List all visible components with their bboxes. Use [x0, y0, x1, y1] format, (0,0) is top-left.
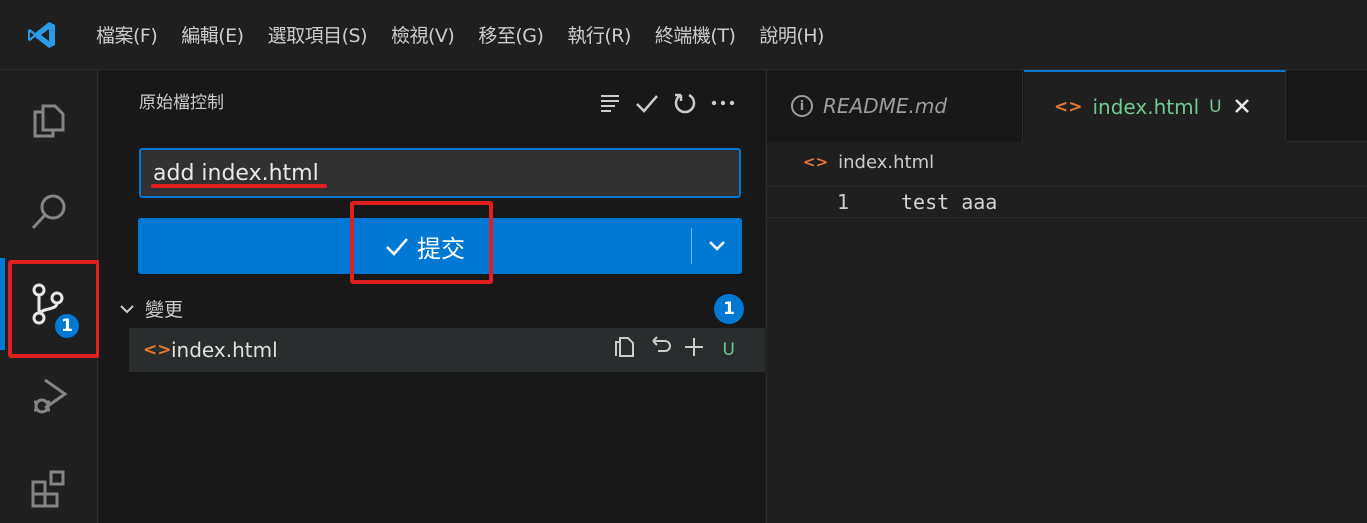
info-icon: i [791, 95, 813, 117]
view-as-list-icon[interactable] [599, 93, 621, 113]
search-icon[interactable] [0, 166, 98, 258]
menu-help[interactable]: 說明(H) [747, 0, 836, 70]
breadcrumb-file: index.html [838, 151, 935, 173]
vscode-logo-icon [0, 0, 84, 70]
tab-readme[interactable]: i README.md [767, 70, 1023, 142]
sidebar-actions [599, 78, 735, 128]
tab-readme-label: README.md [823, 94, 948, 118]
chevron-down-icon [709, 241, 725, 251]
menu-items: 檔案(F) 編輯(E) 選取項目(S) 檢視(V) 移至(G) 執行(R) 終端… [84, 0, 836, 70]
menu-bar: 檔案(F) 編輯(E) 選取項目(S) 檢視(V) 移至(G) 執行(R) 終端… [0, 0, 1367, 70]
source-control-sidebar: 原始檔控制 add index.html 提交 變更 1 <> index.ht… [99, 70, 765, 523]
line-number: 1 [836, 190, 849, 214]
html-file-icon: <> [1054, 97, 1083, 117]
html-file-icon: <> [803, 153, 829, 171]
menu-view[interactable]: 檢視(V) [379, 0, 466, 70]
changed-file-name: index.html [171, 338, 278, 362]
breadcrumb[interactable]: <> index.html [803, 148, 934, 176]
commit-button-content: 提交 [385, 229, 465, 264]
run-debug-icon[interactable] [0, 350, 98, 442]
refresh-icon[interactable] [673, 91, 697, 115]
menu-go[interactable]: 移至(G) [466, 0, 555, 70]
code-line[interactable]: 1 test aaa [767, 186, 1367, 218]
commit-message-input[interactable]: add index.html [139, 148, 741, 198]
tab-index-html[interactable]: <> index.html U [1024, 70, 1286, 142]
commit-button[interactable]: 提交 [138, 218, 742, 274]
menu-run[interactable]: 執行(R) [555, 0, 643, 70]
activity-bar: 1 [0, 70, 98, 523]
changed-file-row[interactable]: <> index.html U [129, 328, 765, 372]
menu-file[interactable]: 檔案(F) [84, 0, 169, 70]
html-file-icon: <> [143, 340, 172, 360]
commit-message-underline [151, 184, 327, 188]
explorer-icon[interactable] [0, 74, 98, 166]
line-content: test aaa [901, 190, 998, 214]
changes-count-badge: 1 [714, 294, 744, 324]
commit-check-icon[interactable] [635, 93, 659, 113]
editor-tab-bar: i README.md <> index.html U [767, 70, 1367, 142]
menu-selection[interactable]: 選取項目(S) [256, 0, 379, 70]
more-actions-icon[interactable] [711, 99, 735, 107]
file-row-actions: U [613, 328, 735, 372]
tab-status-untracked: U [1209, 97, 1222, 117]
close-icon[interactable] [1234, 95, 1250, 120]
discard-changes-icon[interactable] [649, 335, 671, 365]
menu-terminal[interactable]: 終端機(T) [643, 0, 747, 70]
menu-edit[interactable]: 編輯(E) [169, 0, 255, 70]
commit-check-icon [386, 238, 408, 256]
stage-changes-icon[interactable] [683, 336, 705, 364]
source-control-badge: 1 [52, 311, 82, 341]
extensions-icon[interactable] [0, 442, 98, 523]
changes-section-header[interactable]: 變更 1 [119, 288, 749, 328]
sidebar-title: 原始檔控制 [139, 93, 224, 113]
source-control-icon[interactable] [0, 258, 98, 350]
chevron-down-icon [119, 298, 145, 319]
editor-area: i README.md <> index.html U <> index.htm… [766, 70, 1367, 523]
tab-index-label: index.html [1092, 95, 1200, 119]
open-file-icon[interactable] [613, 335, 637, 365]
file-status-untracked: U [722, 340, 735, 360]
changes-label: 變更 [145, 298, 184, 321]
commit-button-label: 提交 [417, 234, 465, 263]
commit-message-text: add index.html [153, 160, 319, 186]
commit-dropdown-button[interactable] [692, 218, 742, 274]
